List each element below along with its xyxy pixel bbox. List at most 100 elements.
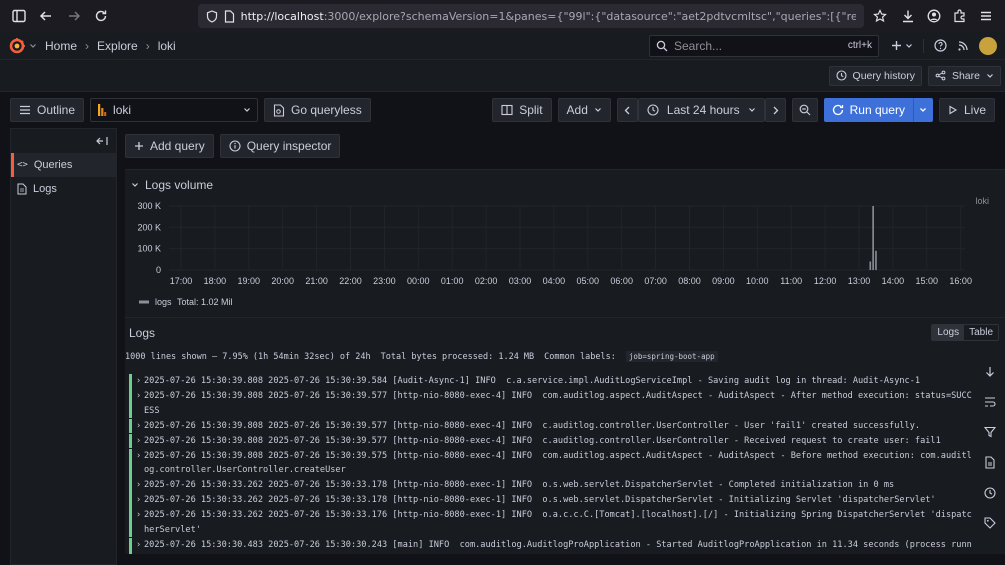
- x-tick-label: 18:00: [204, 276, 227, 286]
- explore-toolbar: Outline loki Go queryless Split Add Last…: [0, 92, 1005, 128]
- zoom-out-button[interactable]: [791, 98, 818, 122]
- explore-main: <> Queries Logs Add query Query inspecto…: [0, 128, 1005, 565]
- clock-icon: [647, 104, 659, 116]
- arrow-down-icon[interactable]: [985, 366, 995, 378]
- outline-label: Outline: [37, 103, 76, 117]
- rss-icon[interactable]: [957, 40, 969, 52]
- x-tick-label: 01:00: [441, 276, 464, 286]
- volume-bar: [872, 206, 874, 270]
- x-tick-label: 00:00: [407, 276, 430, 286]
- clock-icon[interactable]: [984, 487, 996, 499]
- toggle-logs[interactable]: Logs: [932, 325, 965, 340]
- grafana-logo-icon[interactable]: [8, 37, 26, 55]
- plus-icon: [135, 142, 143, 150]
- chevron-down-icon: [920, 108, 927, 112]
- extensions-icon[interactable]: [949, 5, 971, 27]
- address-bar[interactable]: http://localhost:3000/explore?schemaVers…: [197, 4, 864, 28]
- x-tick-label: 04:00: [543, 276, 566, 286]
- outline-button[interactable]: Outline: [10, 98, 85, 122]
- split-button[interactable]: Split: [492, 98, 552, 122]
- breadcrumb-home[interactable]: Home: [45, 39, 77, 53]
- volume-bar: [875, 250, 877, 270]
- expand-row-icon[interactable]: ›: [136, 508, 144, 537]
- sidebar-toggle-icon[interactable]: [8, 5, 29, 27]
- tag-icon[interactable]: [984, 517, 996, 529]
- x-tick-label: 12:00: [814, 276, 837, 286]
- expand-row-icon[interactable]: ›: [136, 538, 144, 555]
- add-button[interactable]: Add: [557, 98, 611, 122]
- sidebar-item-logs[interactable]: Logs: [11, 177, 116, 201]
- play-icon: [949, 105, 958, 115]
- download-icon[interactable]: [897, 5, 919, 27]
- run-query-interval-dropdown[interactable]: [912, 98, 933, 122]
- explore-subheader: Query history Share: [0, 60, 1005, 92]
- menu-icon[interactable]: [975, 5, 997, 27]
- expand-row-icon[interactable]: ›: [136, 449, 144, 478]
- expand-row-icon[interactable]: ›: [136, 493, 144, 508]
- x-tick-label: 13:00: [848, 276, 871, 286]
- datasource-name: loki: [113, 103, 132, 117]
- new-plus-icon[interactable]: [891, 40, 913, 51]
- log-row[interactable]: › 2025-07-26 15:30:33.262 2025-07-26 15:3…: [129, 493, 974, 508]
- copy-file-icon[interactable]: [984, 456, 996, 469]
- legend-total: Total: 1.02 Mil: [177, 297, 233, 307]
- shield-icon[interactable]: [206, 9, 218, 23]
- log-row[interactable]: › 2025-07-26 15:30:30.483 2025-07-26 15:3…: [129, 537, 974, 555]
- volume-bar: [869, 261, 872, 270]
- y-tick-label: 200 K: [137, 222, 161, 232]
- chevron-down-icon: [594, 108, 601, 112]
- expand-row-icon[interactable]: ›: [136, 389, 144, 418]
- datasource-picker[interactable]: loki: [90, 98, 259, 122]
- chevron-down-icon[interactable]: [29, 42, 37, 50]
- help-icon[interactable]: [934, 39, 947, 52]
- forward-icon[interactable]: [63, 5, 84, 27]
- common-labels-label: Common labels:: [544, 351, 616, 362]
- log-row[interactable]: › 2025-07-26 15:30:39.808 2025-07-26 15:3…: [129, 433, 974, 449]
- bookmark-star-icon[interactable]: [870, 5, 891, 27]
- time-range-picker[interactable]: Last 24 hours: [637, 98, 765, 122]
- expand-row-icon[interactable]: ›: [136, 478, 144, 493]
- history-icon: [835, 70, 847, 81]
- refresh-icon: [832, 104, 843, 116]
- logs-meta: 1000 lines shown — 7.95% (1h 54min 32sec…: [125, 341, 1005, 362]
- x-tick-label: 15:00: [916, 276, 939, 286]
- log-row[interactable]: › 2025-07-26 15:30:33.262 2025-07-26 15:3…: [129, 478, 974, 493]
- query-history-button[interactable]: Query history: [828, 65, 922, 86]
- logs-volume-header[interactable]: Logs volume: [125, 170, 1005, 192]
- add-query-button[interactable]: Add query: [125, 134, 214, 158]
- x-tick-label: 05:00: [577, 276, 600, 286]
- time-shift-forward-button[interactable]: [764, 98, 786, 122]
- file-icon: [17, 183, 27, 195]
- live-button[interactable]: Live: [938, 98, 995, 122]
- avatar[interactable]: [979, 36, 997, 55]
- collapse-outline-button[interactable]: [11, 129, 116, 153]
- log-row[interactable]: › 2025-07-26 15:30:39.808 2025-07-26 15:3…: [129, 448, 974, 478]
- time-shift-back-button[interactable]: [616, 98, 638, 122]
- back-icon[interactable]: [35, 5, 56, 27]
- query-inspector-button[interactable]: Query inspector: [219, 134, 341, 158]
- wrap-lines-icon[interactable]: [984, 396, 996, 408]
- expand-row-icon[interactable]: ›: [136, 374, 144, 389]
- share-button[interactable]: Share: [927, 65, 1001, 86]
- log-line-text: 2025-07-26 15:30:39.808 2025-07-26 15:30…: [144, 420, 921, 431]
- go-queryless-label: Go queryless: [291, 103, 362, 117]
- account-icon[interactable]: [923, 5, 945, 27]
- log-row[interactable]: › 2025-07-26 15:30:39.808 2025-07-26 15:3…: [129, 418, 974, 434]
- toggle-table[interactable]: Table: [964, 325, 998, 340]
- breadcrumb-explore[interactable]: Explore: [97, 39, 138, 53]
- search-placeholder: Search...: [674, 38, 723, 53]
- filter-icon[interactable]: [984, 426, 996, 438]
- reload-icon[interactable]: [90, 5, 111, 27]
- x-tick-label: 16:00: [949, 276, 972, 286]
- x-tick-label: 14:00: [882, 276, 905, 286]
- expand-row-icon[interactable]: ›: [136, 419, 144, 434]
- log-row[interactable]: › 2025-07-26 15:30:33.262 2025-07-26 15:3…: [129, 508, 974, 537]
- sidebar-item-queries[interactable]: <> Queries: [11, 153, 116, 177]
- page-icon: [224, 9, 235, 23]
- log-row[interactable]: › 2025-07-26 15:30:39.808 2025-07-26 15:3…: [129, 389, 974, 418]
- run-query-button[interactable]: Run query: [823, 98, 913, 122]
- go-queryless-button[interactable]: Go queryless: [264, 98, 371, 122]
- log-row[interactable]: › 2025-07-26 15:30:39.808 2025-07-26 15:3…: [129, 374, 974, 389]
- expand-row-icon[interactable]: ›: [136, 434, 144, 449]
- search-input[interactable]: Search... ctrl+k: [649, 34, 879, 57]
